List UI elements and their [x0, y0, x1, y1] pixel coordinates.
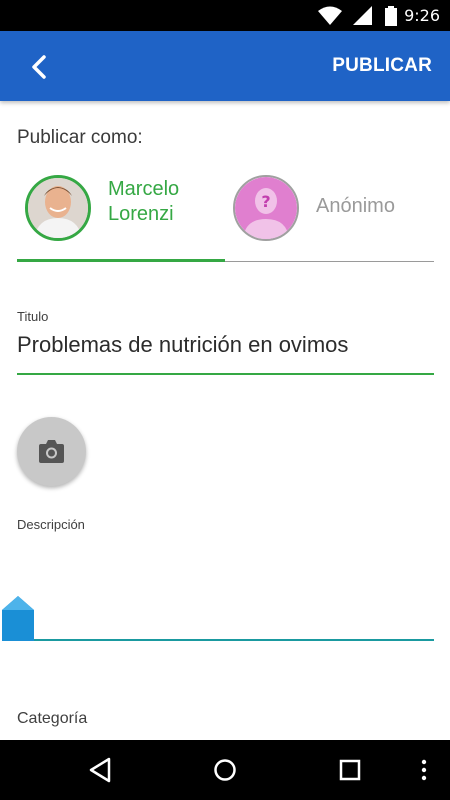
- title-input[interactable]: Problemas de nutrición en ovimos: [17, 332, 348, 358]
- status-bar: 9:26: [0, 0, 450, 31]
- publish-as-label: Publicar como:: [17, 127, 143, 148]
- title-input-underline: [17, 373, 434, 375]
- status-time: 9:26: [404, 6, 440, 25]
- text-cursor-handle[interactable]: [2, 596, 34, 641]
- option-divider: [225, 261, 434, 262]
- signal-icon: [353, 6, 372, 25]
- publish-form: Publicar como: Marcelo Lorenzi ? Anónimo…: [0, 101, 450, 740]
- home-nav-icon[interactable]: [213, 757, 237, 783]
- back-nav-icon[interactable]: [88, 757, 112, 783]
- anonymous-avatar[interactable]: ?: [233, 175, 299, 241]
- title-field-label: Titulo: [17, 309, 49, 324]
- publish-button[interactable]: PUBLICAR: [332, 55, 432, 77]
- back-arrow-icon: [32, 55, 46, 79]
- more-nav-icon[interactable]: [418, 757, 430, 783]
- category-field-label: Categoría: [17, 710, 88, 727]
- recents-nav-icon[interactable]: [338, 757, 362, 783]
- anonymous-option-name[interactable]: Anónimo: [316, 195, 395, 218]
- wifi-icon: [318, 6, 342, 25]
- camera-icon: [39, 440, 64, 463]
- description-input-underline: [17, 639, 434, 641]
- battery-icon: [385, 6, 397, 26]
- add-photo-button[interactable]: [17, 417, 86, 486]
- app-bar: PUBLICAR: [0, 31, 450, 101]
- selected-option-indicator: [17, 259, 225, 262]
- user-option-name[interactable]: Marcelo Lorenzi: [108, 177, 218, 227]
- svg-text:?: ?: [261, 192, 270, 211]
- user-photo-icon: [28, 178, 88, 238]
- anonymous-user-icon: ?: [235, 177, 297, 239]
- user-avatar[interactable]: [25, 175, 91, 241]
- description-input[interactable]: [17, 601, 434, 637]
- description-field-label: Descripción: [17, 517, 85, 532]
- back-button[interactable]: [22, 49, 58, 85]
- navigation-bar: [0, 740, 450, 800]
